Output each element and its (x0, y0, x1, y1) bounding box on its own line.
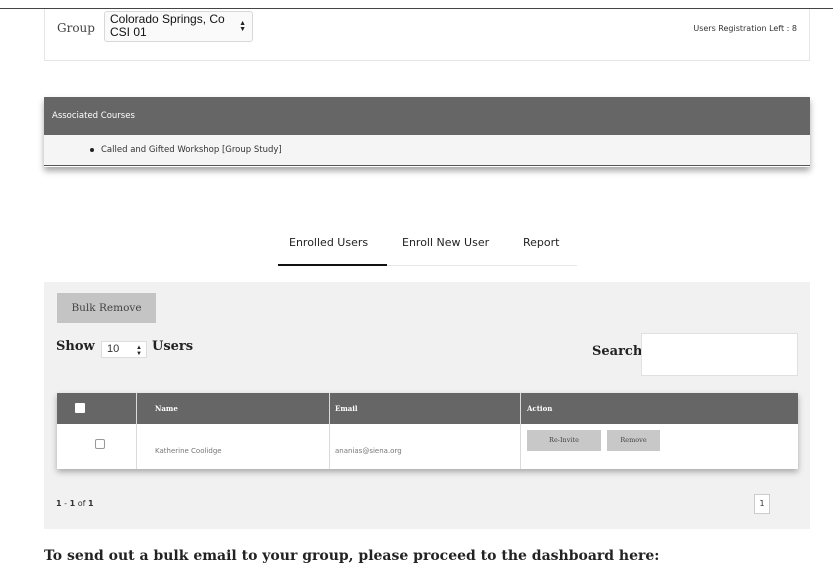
column-header-email: Email (335, 404, 358, 413)
bullet-icon (90, 148, 94, 152)
range-total: 1 (87, 499, 94, 508)
column-header-name: Name (155, 404, 178, 413)
course-title: Called and Gifted Workshop [Group Study] (101, 145, 282, 155)
associated-courses-header: Associated Courses (44, 97, 810, 135)
users-table: Name Email Action Katherine Coolidge ana… (57, 393, 798, 469)
of-label: of (77, 499, 86, 508)
row-name: Katherine Coolidge (155, 447, 222, 455)
associated-courses-card: Associated Courses Called and Gifted Wor… (44, 97, 810, 167)
select-all-checkbox[interactable] (75, 403, 85, 413)
search-input[interactable] (641, 333, 798, 376)
group-select[interactable]: Colorado Springs, Co CSI 01 ▲ ▼ (104, 11, 253, 42)
show-label: Show (56, 339, 95, 354)
search-label: Search (592, 344, 643, 359)
registrations-left: Users Registration Left : 8 (693, 24, 797, 33)
range-end: 1 (69, 499, 76, 508)
table-row: Katherine Coolidge ananias@siena.org Re-… (57, 424, 798, 469)
row-checkbox[interactable] (95, 439, 105, 449)
select-arrows-icon: ▲ ▼ (239, 20, 246, 33)
group-label: Group (57, 21, 95, 35)
page-size-select[interactable]: 10 ▲ ▼ (101, 341, 147, 358)
tab-enrolled-users[interactable]: Enrolled Users (278, 236, 387, 266)
range-start: 1 (56, 499, 62, 508)
column-header-action: Action (527, 404, 553, 413)
row-email: ananias@siena.org (335, 447, 402, 455)
table-header: Name Email Action (57, 393, 798, 424)
page-size-value: 10 (107, 343, 120, 355)
bulk-email-notice: To send out a bulk email to your group, … (44, 548, 660, 563)
bulk-remove-button[interactable]: Bulk Remove (57, 293, 156, 323)
page-button-1[interactable]: 1 (754, 494, 770, 514)
remove-button[interactable]: Remove (607, 430, 660, 451)
pagination-info: 1 - 1 of 1 (56, 499, 94, 508)
select-arrows-icon: ▲ ▼ (136, 345, 142, 357)
tab-enroll-new-user[interactable]: Enroll New User (402, 236, 489, 265)
course-list-item: Called and Gifted Workshop [Group Study] (44, 135, 810, 166)
users-label: Users (152, 339, 194, 354)
enrolled-users-panel: Bulk Remove Show 10 ▲ ▼ Users Search Name… (44, 282, 810, 529)
re-invite-button[interactable]: Re-Invite (527, 430, 601, 451)
user-tabs: Enrolled Users Enroll New User Report (278, 236, 577, 266)
group-select-value: Colorado Springs, Co CSI 01 (110, 12, 225, 39)
tab-report[interactable]: Report (523, 236, 559, 265)
group-section: Group Colorado Springs, Co CSI 01 ▲ ▼ Use… (44, 9, 810, 61)
